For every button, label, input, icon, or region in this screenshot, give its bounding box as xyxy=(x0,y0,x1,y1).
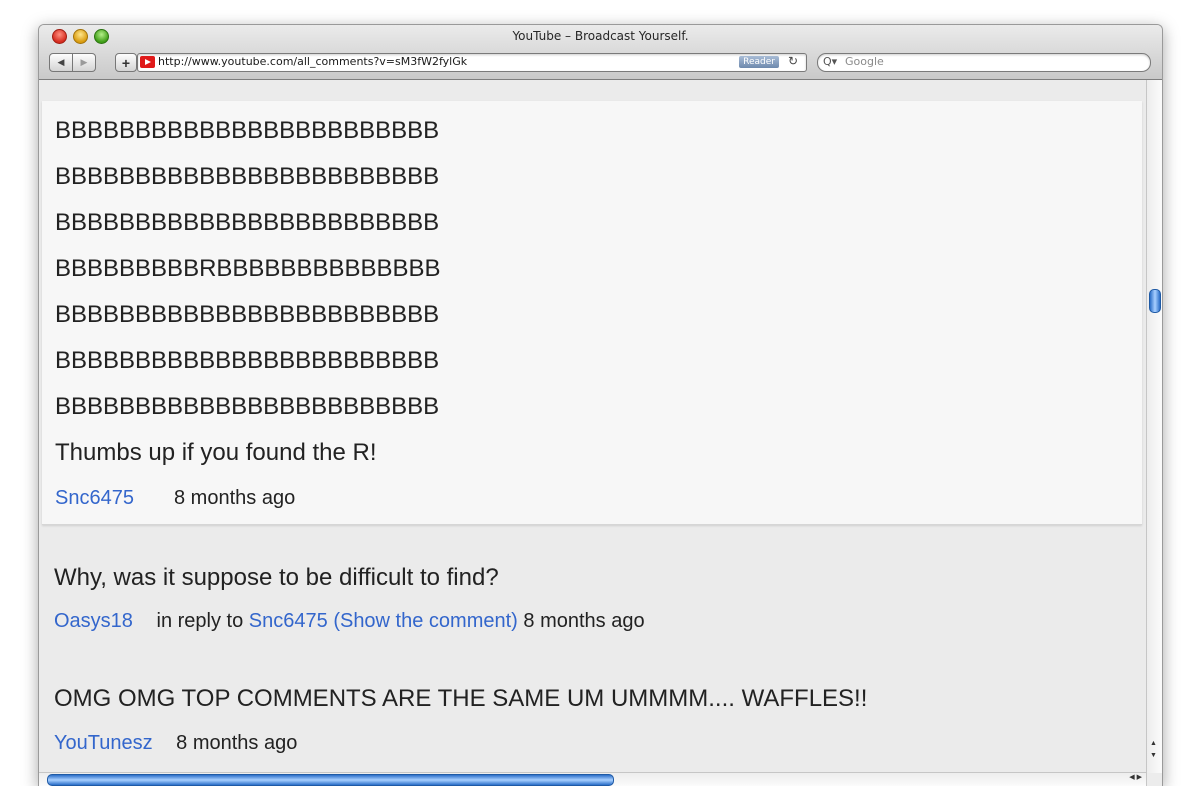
page-content: BBBBBBBBBBBBBBBBBBBBBBBB BBBBBBBBBBBBBBB… xyxy=(39,80,1146,773)
url-text[interactable]: http://www.youtube.com/all_comments?v=sM… xyxy=(158,55,467,68)
comment-author-link[interactable]: Snc6475 xyxy=(55,487,134,510)
reload-icon[interactable]: ↻ xyxy=(788,54,798,68)
comment-timestamp: 8 months ago xyxy=(176,732,298,754)
add-bookmark-button[interactable]: + xyxy=(115,53,137,72)
comment-line: BBBBBBBBBBBBBBBBBBBBBBBB xyxy=(55,301,440,328)
top-comment: BBBBBBBBBBBBBBBBBBBBBBBB BBBBBBBBBBBBBBB… xyxy=(42,101,1142,525)
comment-line: BBBBBBBBBBBBBBBBBBBBBBBB xyxy=(55,347,440,374)
reply-comment-text: Why, was it suppose to be difficult to f… xyxy=(54,564,499,591)
youtube-favicon-icon xyxy=(140,56,155,68)
in-reply-to-label: in reply to xyxy=(156,610,244,632)
horizontal-scroll-arrows: ◀ ▶ xyxy=(1129,773,1142,781)
search-icon[interactable]: Q▾ xyxy=(823,55,837,68)
comment-line: BBBBBBBBBRBBBBBBBBBBBBBB xyxy=(55,255,441,282)
titlebar: YouTube – Broadcast Yourself. ◀ ▶ + http… xyxy=(39,25,1162,80)
comment-line: Thumbs up if you found the R! xyxy=(55,439,377,466)
comment-line: BBBBBBBBBBBBBBBBBBBBBBBB xyxy=(55,393,440,420)
comment-line: BBBBBBBBBBBBBBBBBBBBBBBB xyxy=(55,163,440,190)
resize-grip-icon[interactable] xyxy=(1147,773,1162,786)
search-field[interactable]: Q▾ Google xyxy=(817,53,1151,72)
vertical-scrollbar[interactable]: ▲ ▼ xyxy=(1146,80,1162,786)
comment-text: OMG OMG TOP COMMENTS ARE THE SAME UM UMM… xyxy=(54,685,868,712)
comment-author-link[interactable]: YouTunesz xyxy=(54,732,153,754)
scroll-up-arrow-icon[interactable]: ▲ xyxy=(1150,740,1157,747)
nav-buttons: ◀ ▶ xyxy=(49,53,96,72)
window-title: YouTube – Broadcast Yourself. xyxy=(512,29,689,43)
comment-line: BBBBBBBBBBBBBBBBBBBBBBBB xyxy=(55,209,440,236)
vertical-scroll-thumb[interactable] xyxy=(1149,289,1161,313)
forward-button[interactable]: ▶ xyxy=(73,53,96,72)
reply-meta: Oasys18 in reply to Snc6475 (Show the co… xyxy=(54,610,645,633)
search-placeholder: Google xyxy=(845,55,884,68)
scroll-right-arrow-icon[interactable]: ▶ xyxy=(1137,774,1142,781)
address-bar[interactable]: http://www.youtube.com/all_comments?v=sM… xyxy=(137,53,807,72)
browser-window: YouTube – Broadcast Yourself. ◀ ▶ + http… xyxy=(38,24,1163,786)
reply-target-link[interactable]: Snc6475 xyxy=(249,610,328,632)
reply-author-link[interactable]: Oasys18 xyxy=(54,610,133,632)
horizontal-scrollbar[interactable]: ◀ ▶ xyxy=(39,772,1146,786)
comment-timestamp: 8 months ago xyxy=(174,487,296,509)
comment-line: BBBBBBBBBBBBBBBBBBBBBBBB xyxy=(55,117,440,144)
reply-timestamp: 8 months ago xyxy=(523,610,645,632)
show-comment-link[interactable]: (Show the comment) xyxy=(333,610,518,632)
back-button[interactable]: ◀ xyxy=(49,53,73,72)
scroll-down-arrow-icon[interactable]: ▼ xyxy=(1150,752,1157,759)
comment-meta: YouTunesz 8 months ago xyxy=(54,732,297,755)
scroll-left-arrow-icon[interactable]: ◀ xyxy=(1129,774,1134,781)
horizontal-scroll-thumb[interactable] xyxy=(47,774,614,786)
reader-button[interactable]: Reader xyxy=(739,56,779,68)
